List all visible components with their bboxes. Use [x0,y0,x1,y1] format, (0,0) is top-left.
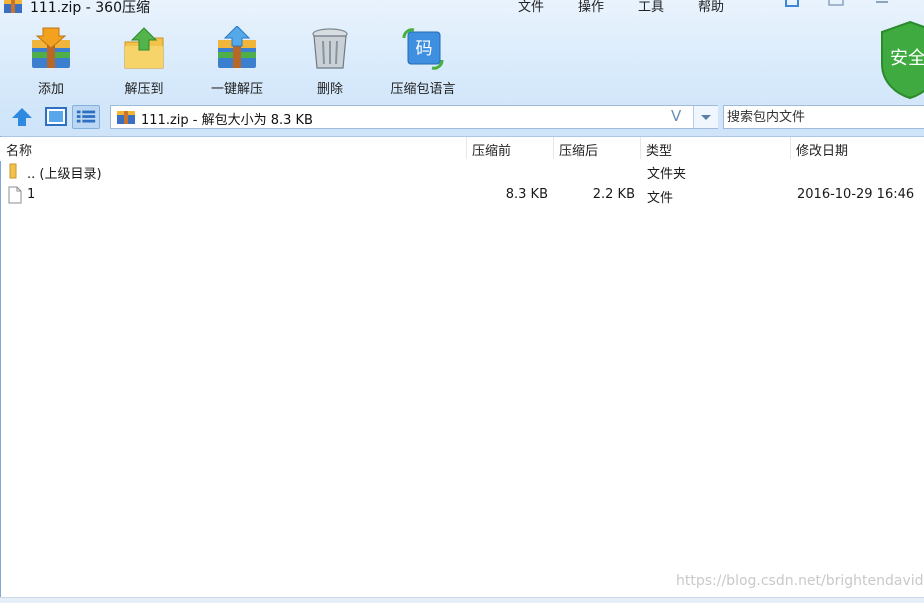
status-bar [0,597,924,603]
zip-file-icon [117,111,135,124]
file-list-header: 名称 压缩前 压缩后 类型 修改日期 [0,137,924,161]
trash-icon [312,28,348,69]
add-button[interactable]: 添加 [13,26,89,97]
delete-label: 删除 [316,82,343,97]
column-divider[interactable] [790,137,791,159]
security-shield-icon[interactable]: 安全 [880,20,924,100]
window-title: 111.zip - 360压缩 [30,0,150,16]
search-input[interactable] [724,106,920,128]
top-toolbar-area: 111.zip - 360压缩 文件 操作 工具 帮助 添加 解压到 一键解压 … [0,0,924,137]
column-divider[interactable] [553,137,554,159]
minimize-icon[interactable] [872,0,892,12]
menu-help[interactable]: 帮助 [698,0,724,15]
address-bar[interactable]: 111.zip - 解包大小为 8.3 KB V [110,105,718,129]
address-dropdown-button[interactable] [693,106,718,128]
encoding-glyph: 码 [416,39,433,59]
row-packed-after: 2.2 KB [592,187,635,202]
column-type[interactable]: 类型 [646,140,672,159]
one-click-extract-label: 一键解压 [210,82,263,97]
title-bar: 111.zip - 360压缩 文件 操作 工具 帮助 [0,0,924,18]
archive-language-label: 压缩包语言 [390,82,456,97]
row-packed-before: 8.3 KB [505,187,548,202]
search-box [723,105,924,129]
row-name: .. (上级目录) [27,167,102,182]
file-icon [8,186,22,204]
chevron-down-icon [701,115,711,120]
feedback-icon[interactable] [826,0,846,12]
list-item[interactable]: .. (上级目录) 文件夹 [0,161,924,183]
one-click-extract-icon [218,26,256,68]
extract-to-icon [124,27,164,69]
skin-icon[interactable] [782,0,802,12]
delete-button[interactable]: 删除 [292,26,368,97]
app-logo-icon [4,0,22,13]
row-type: 文件 [647,191,674,206]
menu-file[interactable]: 文件 [518,0,544,15]
menu-operation[interactable]: 操作 [578,0,604,15]
folder-icon [9,163,17,179]
add-button-label: 添加 [37,82,64,97]
row-type: 文件夹 [647,167,687,182]
security-label: 安全 [890,48,924,69]
column-packed-before[interactable]: 压缩前 [472,140,511,159]
column-packed-after[interactable]: 压缩后 [559,140,598,159]
extract-to-button[interactable]: 解压到 [106,26,182,97]
list-view-icon[interactable] [72,105,100,129]
extract-to-label: 解压到 [124,82,164,97]
up-level-icon[interactable] [8,105,36,129]
add-archive-icon [32,27,70,68]
thumbnail-view-icon[interactable] [42,105,70,129]
column-name[interactable]: 名称 [6,140,32,159]
row-name: 1 [27,187,36,202]
column-divider[interactable] [466,137,467,159]
address-text: 111.zip - 解包大小为 8.3 KB [141,113,313,128]
column-divider[interactable] [640,137,641,159]
column-modified[interactable]: 修改日期 [796,140,848,159]
encoding-icon: 码 [402,28,444,70]
menu-tools[interactable]: 工具 [638,0,664,15]
navigation-row: 111.zip - 解包大小为 8.3 KB V [0,103,924,133]
one-click-extract-button[interactable]: 一键解压 [199,26,275,97]
watermark-text: https://blog.csdn.net/brightendavid [676,573,924,589]
archive-language-button[interactable]: 码 压缩包语言 [385,26,461,97]
row-modified: 2016-10-29 16:46 [797,187,915,202]
list-item[interactable]: 1 8.3 KB 2.2 KB 文件 2016-10-29 16:46 [0,185,924,207]
address-v-glyph: V [671,107,682,125]
